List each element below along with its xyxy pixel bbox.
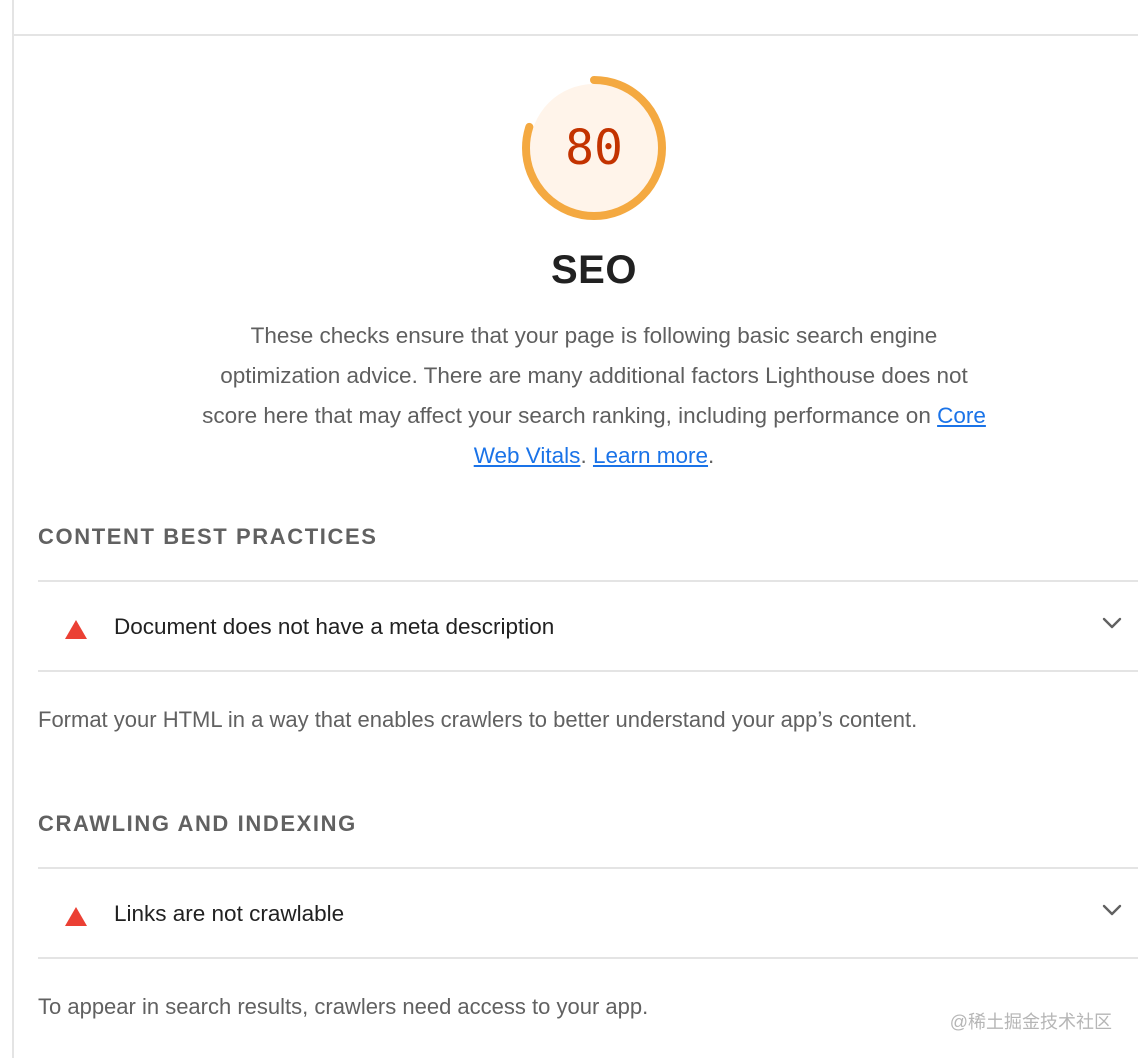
audit-title: Document does not have a meta descriptio… xyxy=(114,614,555,639)
fail-triangle-icon xyxy=(65,907,87,926)
group-title-content-best-practices: CONTENT BEST PRACTICES xyxy=(38,524,378,549)
category-description: These checks ensure that your page is fo… xyxy=(190,316,998,476)
chevron-down-icon[interactable] xyxy=(1102,903,1122,917)
group-description-crawling-and-indexing: To appear in search results, crawlers ne… xyxy=(38,994,649,1019)
score-gauge[interactable]: 80 xyxy=(520,74,668,222)
lighthouse-report-section: 80 SEO These checks ensure that your pag… xyxy=(0,0,1138,1058)
audit-row-links-crawlable[interactable]: Links are not crawlable xyxy=(38,867,1138,959)
left-divider xyxy=(12,0,14,1058)
description-text: These checks ensure that your page is fo… xyxy=(202,323,968,428)
watermark: @稀土掘金技术社区 xyxy=(949,1012,1112,1032)
score-value: 80 xyxy=(565,120,623,176)
chevron-down-icon[interactable] xyxy=(1102,616,1122,630)
top-divider xyxy=(14,34,1138,36)
description-end: . xyxy=(708,443,715,468)
category-title: SEO xyxy=(551,248,637,292)
description-separator: . xyxy=(580,443,587,468)
audit-row-meta-description[interactable]: Document does not have a meta descriptio… xyxy=(38,580,1138,672)
group-description-content-best-practices: Format your HTML in a way that enables c… xyxy=(38,707,918,732)
group-title-crawling-and-indexing: CRAWLING AND INDEXING xyxy=(38,811,357,836)
learn-more-link[interactable]: Learn more xyxy=(593,443,708,468)
fail-triangle-icon xyxy=(65,620,87,639)
audit-title: Links are not crawlable xyxy=(114,901,345,926)
